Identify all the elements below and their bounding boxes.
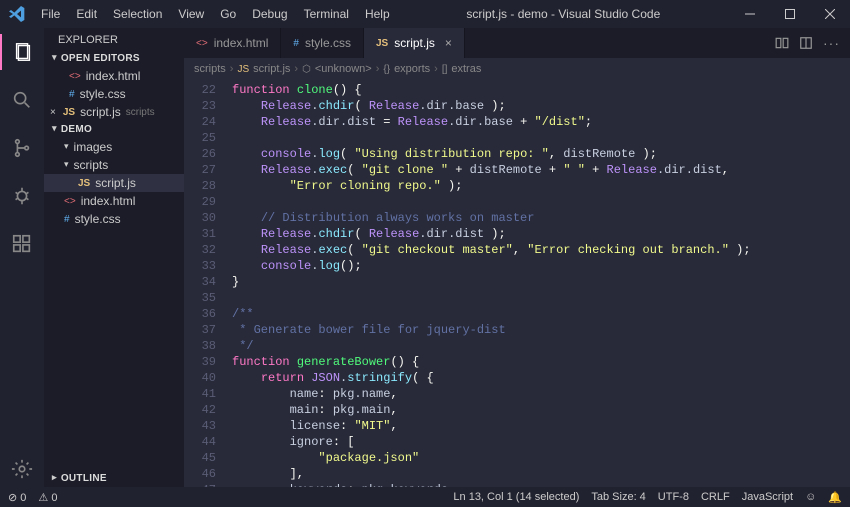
minimize-button[interactable] xyxy=(730,0,770,28)
tab-bar: <> index.html # style.css JS script.js × ··· xyxy=(184,28,850,58)
file-name: index.html xyxy=(86,69,141,83)
chevron-right-icon: › xyxy=(230,63,234,75)
eol[interactable]: CRLF xyxy=(701,491,730,503)
sidebar-title: EXPLORER xyxy=(44,28,184,50)
outline-section[interactable]: ▸OUTLINE xyxy=(44,470,184,487)
window-title: script.js - demo - Visual Studio Code xyxy=(397,7,730,21)
crumb-icon: {} xyxy=(383,64,390,75)
menu-file[interactable]: File xyxy=(34,3,67,25)
chevron-right-icon: › xyxy=(376,63,380,75)
feedback-icon[interactable]: ☺ xyxy=(805,491,816,503)
file-item[interactable]: <> index.html xyxy=(44,192,184,210)
file-name: style.css xyxy=(80,87,126,101)
chevron-down-icon: ▾ xyxy=(64,159,69,170)
folder-item[interactable]: ▾ scripts xyxy=(44,156,184,174)
chevron-right-icon: › xyxy=(434,63,438,75)
maximize-button[interactable] xyxy=(770,0,810,28)
file-type-icon: <> xyxy=(64,196,76,207)
indent-info[interactable]: Tab Size: 4 xyxy=(591,491,645,503)
bell-icon[interactable]: 🔔 xyxy=(828,491,842,504)
breadcrumb-item[interactable]: exports xyxy=(394,63,430,75)
extensions-icon[interactable] xyxy=(0,226,44,262)
file-name: script.js xyxy=(95,176,136,190)
titlebar: FileEditSelectionViewGoDebugTerminalHelp… xyxy=(0,0,850,28)
file-item[interactable]: # style.css xyxy=(44,210,184,228)
line-gutter: 2223242526272829303132333435363738394041… xyxy=(184,80,226,487)
crumb-icon: ⬡ xyxy=(302,64,311,75)
menu-terminal[interactable]: Terminal xyxy=(297,3,356,25)
activity-bar xyxy=(0,28,44,487)
breadcrumbs[interactable]: scripts›JSscript.js›⬡<unknown>›{}exports… xyxy=(184,58,850,80)
status-errors[interactable]: ⊘ 0 xyxy=(8,491,26,504)
menu-selection[interactable]: Selection xyxy=(106,3,169,25)
file-name: script.js xyxy=(80,105,121,119)
editor-area: <> index.html # style.css JS script.js × ··· s… xyxy=(184,28,850,487)
project-section[interactable]: ▾DEMO xyxy=(44,121,184,138)
settings-icon[interactable] xyxy=(0,451,44,487)
menu-help[interactable]: Help xyxy=(358,3,397,25)
menu-go[interactable]: Go xyxy=(213,3,243,25)
menu-edit[interactable]: Edit xyxy=(69,3,104,25)
open-editor-item[interactable]: # style.css xyxy=(44,85,184,103)
crumb-icon: [] xyxy=(442,64,448,75)
breadcrumb-item[interactable]: <unknown> xyxy=(315,63,372,75)
code-editor[interactable]: 2223242526272829303132333435363738394041… xyxy=(184,80,850,487)
file-type-icon: JS xyxy=(63,107,75,118)
tab-label: style.css xyxy=(305,36,351,50)
open-editor-item[interactable]: <> index.html xyxy=(44,67,184,85)
tab-label: index.html xyxy=(214,36,269,50)
chevron-down-icon: ▾ xyxy=(52,123,57,134)
search-icon[interactable] xyxy=(0,82,44,118)
tab-index-html[interactable]: <> index.html xyxy=(184,28,281,58)
status-bar: ⊘ 0 ⚠ 0 Ln 13, Col 1 (14 selected) Tab S… xyxy=(0,487,850,507)
window-controls xyxy=(730,0,850,28)
cursor-position[interactable]: Ln 13, Col 1 (14 selected) xyxy=(453,491,579,503)
folder-item[interactable]: ▾ images xyxy=(44,138,184,156)
file-type-icon: <> xyxy=(196,38,208,49)
file-type-icon: # xyxy=(64,214,70,225)
explorer-icon[interactable] xyxy=(0,34,44,70)
tab-label: script.js xyxy=(394,36,435,50)
file-name: style.css xyxy=(75,212,121,226)
breadcrumb-item[interactable]: extras xyxy=(451,63,481,75)
more-icon[interactable]: ··· xyxy=(823,35,840,51)
breadcrumb-item[interactable]: scripts xyxy=(194,63,226,75)
open-editors-section[interactable]: ▾OPEN EDITORS xyxy=(44,50,184,67)
debug-icon[interactable] xyxy=(0,178,44,214)
chevron-down-icon: ▾ xyxy=(52,52,57,63)
file-item[interactable]: JS script.js xyxy=(44,174,184,192)
split-icon[interactable] xyxy=(799,36,813,50)
menu-debug[interactable]: Debug xyxy=(245,3,294,25)
file-type-icon: <> xyxy=(69,71,81,82)
breadcrumb-item[interactable]: script.js xyxy=(253,63,290,75)
folder-name: scripts xyxy=(74,158,109,172)
compare-icon[interactable] xyxy=(775,36,789,50)
language-mode[interactable]: JavaScript xyxy=(742,491,793,503)
file-dir: scripts xyxy=(126,107,155,118)
crumb-icon: JS xyxy=(237,64,249,75)
close-button[interactable] xyxy=(810,0,850,28)
sidebar: EXPLORER ▾OPEN EDITORS <> index.html # styl… xyxy=(44,28,184,487)
file-type-icon: JS xyxy=(376,38,388,49)
chevron-right-icon: ▸ xyxy=(52,472,57,483)
chevron-right-icon: › xyxy=(294,63,298,75)
encoding[interactable]: UTF-8 xyxy=(658,491,689,503)
code-content[interactable]: function clone() { Release.chdir( Releas… xyxy=(226,80,850,487)
chevron-down-icon: ▾ xyxy=(64,141,69,152)
menu-view[interactable]: View xyxy=(171,3,211,25)
close-icon[interactable]: × xyxy=(445,36,452,50)
tab-script-js[interactable]: JS script.js × xyxy=(364,28,465,58)
status-warnings[interactable]: ⚠ 0 xyxy=(38,491,57,504)
close-icon[interactable]: × xyxy=(50,107,56,118)
open-editor-item[interactable]: × JS script.js scripts xyxy=(44,103,184,121)
file-type-icon: # xyxy=(69,89,75,100)
file-name: index.html xyxy=(81,194,136,208)
git-icon[interactable] xyxy=(0,130,44,166)
tab-style-css[interactable]: # style.css xyxy=(281,28,364,58)
file-type-icon: JS xyxy=(78,178,90,189)
folder-name: images xyxy=(74,140,113,154)
file-type-icon: # xyxy=(293,38,299,49)
vscode-logo xyxy=(0,6,34,22)
app-menu: FileEditSelectionViewGoDebugTerminalHelp xyxy=(34,3,397,25)
